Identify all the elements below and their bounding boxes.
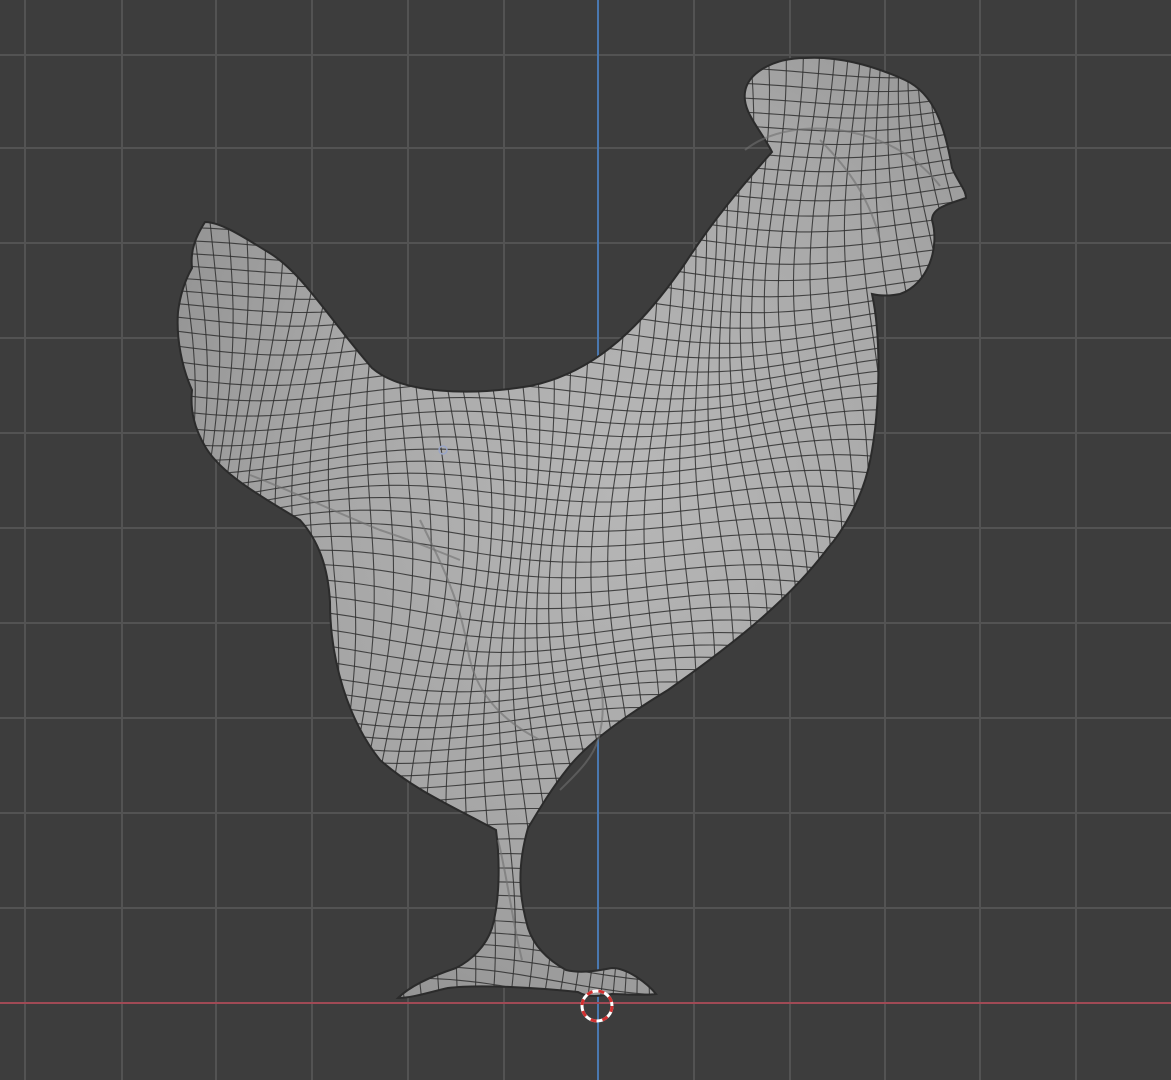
rooster-mesh[interactable] [126, 37, 1011, 1029]
3d-viewport[interactable] [0, 0, 1171, 1080]
viewport-canvas[interactable] [0, 0, 1171, 1080]
